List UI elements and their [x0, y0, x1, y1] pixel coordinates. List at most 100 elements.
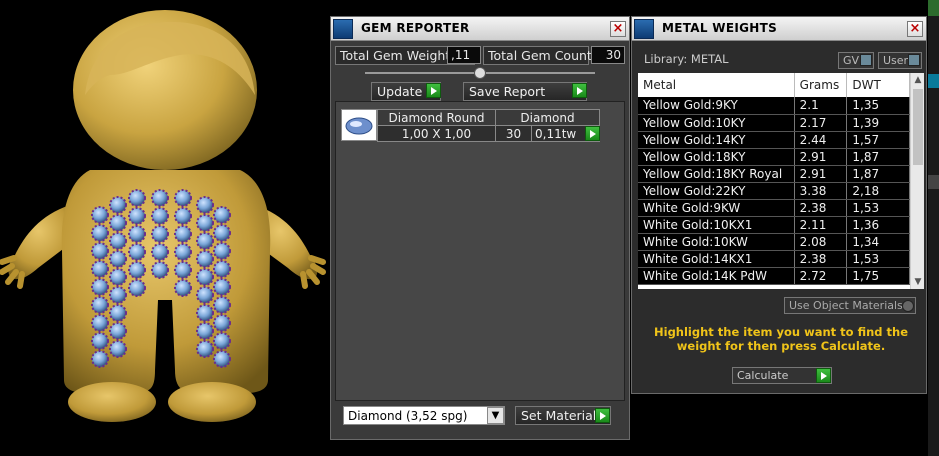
- chevron-down-icon[interactable]: ▼: [487, 407, 504, 424]
- calculate-arrow-icon[interactable]: [816, 368, 831, 383]
- set-material-button-label: Set Material: [521, 408, 597, 423]
- table-row[interactable]: White Gold:14K PdW 2.72 1,75: [638, 267, 910, 285]
- 3d-viewport[interactable]: [0, 0, 330, 456]
- gem-dot: [213, 296, 231, 314]
- gem-dot: [91, 278, 109, 296]
- table-row[interactable]: Yellow Gold:14KY 2.44 1,57: [638, 131, 910, 149]
- gem-dot: [213, 350, 231, 368]
- column-grams[interactable]: Grams: [794, 73, 848, 97]
- metal-cell: Yellow Gold:18KY: [638, 148, 795, 166]
- set-material-arrow-icon[interactable]: [595, 408, 610, 423]
- table-row[interactable]: White Gold:10KW 2.08 1,34: [638, 233, 910, 251]
- gem-count: 30: [495, 125, 532, 142]
- gem-dot: [213, 278, 231, 296]
- metal-cell: Yellow Gold:9KY: [638, 97, 795, 115]
- gem-dot: [174, 279, 192, 297]
- dwt-cell: 1,87: [846, 165, 910, 183]
- dwt-cell: 1,57: [846, 131, 910, 149]
- table-row[interactable]: Yellow Gold:9KY 2.1 1,35: [638, 97, 910, 115]
- gem-dot: [91, 206, 109, 224]
- gem-dot: [174, 243, 192, 261]
- gem-dot: [109, 268, 127, 286]
- report-slider-handle[interactable]: [474, 67, 486, 79]
- user-toggle-icon[interactable]: [908, 54, 920, 66]
- grams-cell: 2.38: [794, 199, 848, 217]
- gv-toggle-icon[interactable]: [860, 54, 872, 66]
- table-row[interactable]: Yellow Gold:10KY 2.17 1,39: [638, 114, 910, 132]
- metal-cell: White Gold:10KX1: [638, 216, 795, 234]
- dwt-cell: 1,34: [846, 233, 910, 251]
- table-row[interactable]: White Gold:14KX1 2.38 1,53: [638, 250, 910, 268]
- gem-dot: [128, 261, 146, 279]
- toolbar-icon[interactable]: [928, 0, 939, 16]
- table-row[interactable]: White Gold:9KW 2.38 1,53: [638, 199, 910, 217]
- scroll-down-icon[interactable]: ▼: [911, 275, 924, 289]
- scrollbar-thumb[interactable]: [913, 89, 923, 165]
- gem-dot: [213, 242, 231, 260]
- metal-weights-title: METAL WEIGHTS: [662, 21, 778, 35]
- toolbar-icon[interactable]: [928, 175, 939, 189]
- grams-cell: 2.91: [794, 165, 848, 183]
- gem-dot: [196, 340, 214, 358]
- gem-reporter-titlebar[interactable]: GEM REPORTER ×: [331, 17, 629, 41]
- gem-dot: [174, 261, 192, 279]
- calculate-label: Calculate: [737, 369, 789, 382]
- library-label: Library: METAL: [644, 52, 729, 66]
- close-icon[interactable]: ×: [610, 21, 626, 37]
- save-report-button-label: Save Report: [469, 84, 546, 99]
- update-arrow-icon[interactable]: [426, 83, 441, 98]
- table-row[interactable]: Yellow Gold:18KY Royal 2.91 1,87: [638, 165, 910, 183]
- column-dwt[interactable]: DWT: [846, 73, 910, 97]
- metal-table-scrollbar[interactable]: ▲ ▼: [910, 73, 924, 289]
- close-icon[interactable]: ×: [907, 21, 923, 37]
- gem-material: Diamond: [495, 109, 600, 126]
- gem-dot: [128, 189, 146, 207]
- dwt-cell: 1,53: [846, 250, 910, 268]
- gem-dot: [151, 243, 169, 261]
- table-row[interactable]: Yellow Gold:22KY 3.38 2,18: [638, 182, 910, 200]
- use-object-materials-button[interactable]: Use Object Materials: [784, 297, 916, 314]
- column-metal[interactable]: Metal: [638, 73, 795, 97]
- gem-row[interactable]: Diamond Round Diamond 1,00 X 1,00 30 0,1…: [377, 109, 600, 142]
- dwt-cell: 2,18: [846, 182, 910, 200]
- gem-dot: [213, 314, 231, 332]
- gem-dot: [128, 279, 146, 297]
- gem-dot: [128, 207, 146, 225]
- gem-shape: Diamond Round: [377, 109, 496, 126]
- diamond-round-icon[interactable]: [341, 109, 377, 141]
- gem-reporter-title: GEM REPORTER: [361, 21, 470, 35]
- gem-dot: [109, 340, 127, 358]
- gem-dot: [151, 261, 169, 279]
- gem-dot: [91, 296, 109, 314]
- dwt-cell: 1,39: [846, 114, 910, 132]
- toolbar-icon[interactable]: [928, 74, 939, 88]
- gem-dot: [91, 350, 109, 368]
- use-object-materials-icon[interactable]: [902, 300, 914, 312]
- gem-dot: [151, 207, 169, 225]
- grams-cell: 2.38: [794, 250, 848, 268]
- gem-reporter-panel: GEM REPORTER × Total Gem Weight ,11 Tota…: [330, 16, 630, 440]
- scroll-up-icon[interactable]: ▲: [911, 73, 924, 87]
- metal-cell: Yellow Gold:22KY: [638, 182, 795, 200]
- save-report-button[interactable]: Save Report: [463, 82, 587, 101]
- gem-dot: [196, 196, 214, 214]
- table-row[interactable]: Yellow Gold:18KY 2.91 1,87: [638, 148, 910, 166]
- metal-table[interactable]: Metal Grams DWT Yellow Gold:9KY 2.1 1,35 Ye…: [638, 73, 924, 289]
- material-select[interactable]: Diamond (3,52 spg): [343, 406, 505, 425]
- gem-dot: [128, 243, 146, 261]
- gem-row-arrow-icon[interactable]: [585, 126, 600, 141]
- table-row[interactable]: White Gold:10KX1 2.11 1,36: [638, 216, 910, 234]
- metal-weights-titlebar[interactable]: METAL WEIGHTS ×: [632, 17, 926, 41]
- gem-dot: [151, 189, 169, 207]
- metal-weights-icon: [634, 19, 654, 39]
- metal-cell: Yellow Gold:14KY: [638, 131, 795, 149]
- grams-cell: 3.38: [794, 182, 848, 200]
- instruction-text: Highlight the item you want to find the …: [654, 325, 908, 353]
- metal-cell: Yellow Gold:18KY Royal: [638, 165, 795, 183]
- metal-cell: White Gold:10KW: [638, 233, 795, 251]
- gem-dot: [109, 322, 127, 340]
- gem-dot: [109, 196, 127, 214]
- gem-dot: [213, 224, 231, 242]
- save-report-arrow-icon[interactable]: [572, 83, 587, 98]
- metal-weights-panel: METAL WEIGHTS × Library: METAL GV User M…: [631, 16, 927, 394]
